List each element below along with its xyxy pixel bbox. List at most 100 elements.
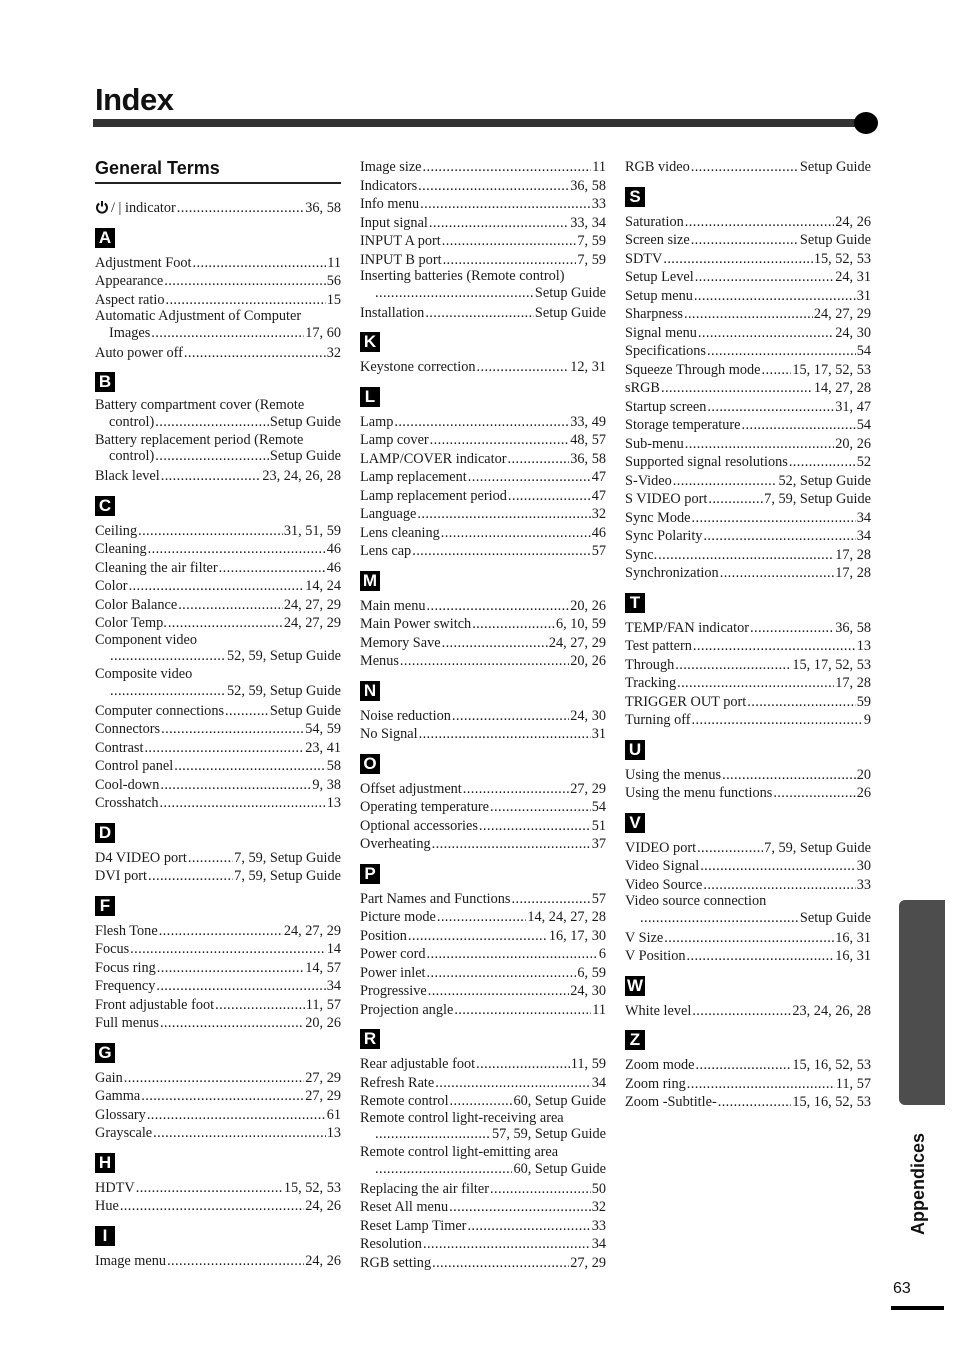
index-entry[interactable]: Remote control 60, Setup Guide	[360, 1092, 606, 1111]
index-entry[interactable]: Refresh Rate 34	[360, 1074, 606, 1093]
index-entry[interactable]: / | indicator 36, 58	[95, 199, 341, 218]
index-entry[interactable]: Zoom -Subtitle- 15, 16, 52, 53	[625, 1093, 871, 1112]
index-entry[interactable]: V Size 16, 31	[625, 929, 871, 948]
index-entry[interactable]: Saturation 24, 26	[625, 213, 871, 232]
index-entry[interactable]: Storage temperature 54	[625, 416, 871, 435]
index-entry[interactable]: Supported signal resolutions 52	[625, 453, 871, 472]
index-entry[interactable]: SDTV 15, 52, 53	[625, 250, 871, 269]
index-entry[interactable]: Lamp replacement period 47	[360, 487, 606, 506]
index-entry[interactable]: TEMP/FAN indicator 36, 58	[625, 619, 871, 638]
index-entry[interactable]: Projection angle 11	[360, 1001, 606, 1020]
index-entry[interactable]: Video Signal 30	[625, 857, 871, 876]
index-entry[interactable]: Video source connection Setup Guide	[625, 893, 871, 927]
index-entry[interactable]: Noise reduction 24, 30	[360, 707, 606, 726]
index-entry[interactable]: Memory Save 24, 27, 29	[360, 634, 606, 653]
index-entry[interactable]: Picture mode 14, 24, 27, 28	[360, 908, 606, 927]
index-entry[interactable]: Language 32	[360, 505, 606, 524]
index-entry[interactable]: Computer connections Setup Guide	[95, 702, 341, 721]
index-entry[interactable]: Contrast 23, 41	[95, 739, 341, 758]
index-entry[interactable]: Aspect ratio 15	[95, 291, 341, 310]
index-entry[interactable]: Inserting batteries (Remote control)Setu…	[360, 268, 606, 302]
index-entry[interactable]: Component video 52, 59, Setup Guide	[95, 632, 341, 666]
index-entry[interactable]: Connectors 54, 59	[95, 720, 341, 739]
index-entry[interactable]: Ceiling 31, 51, 59	[95, 522, 341, 541]
index-entry[interactable]: S VIDEO port 7, 59, Setup Guide	[625, 490, 871, 509]
index-entry[interactable]: VIDEO port 7, 59, Setup Guide	[625, 839, 871, 858]
index-entry[interactable]: Lens cap 57	[360, 542, 606, 561]
index-entry[interactable]: RGB video Setup Guide	[625, 158, 871, 177]
index-entry[interactable]: Image size 11	[360, 158, 606, 177]
index-entry[interactable]: Turning off 9	[625, 711, 871, 730]
index-entry[interactable]: Control panel 58	[95, 757, 341, 776]
index-entry[interactable]: Gain 27, 29	[95, 1069, 341, 1088]
index-entry[interactable]: Reset All menu 32	[360, 1198, 606, 1217]
index-entry[interactable]: Sub-menu 20, 26	[625, 435, 871, 454]
index-entry[interactable]: Menus 20, 26	[360, 652, 606, 671]
index-entry[interactable]: Startup screen 31, 47	[625, 398, 871, 417]
index-entry[interactable]: Remote control light-receiving area57, 5…	[360, 1110, 606, 1144]
index-entry[interactable]: sRGB 14, 27, 28	[625, 379, 871, 398]
index-entry[interactable]: RGB setting 27, 29	[360, 1254, 606, 1273]
index-entry[interactable]: Grayscale 13	[95, 1124, 341, 1143]
index-entry[interactable]: Through 15, 17, 52, 53	[625, 656, 871, 675]
index-entry[interactable]: Power inlet 6, 59	[360, 964, 606, 983]
index-entry[interactable]: White level 23, 24, 26, 28	[625, 1002, 871, 1021]
index-entry[interactable]: Position 16, 17, 30	[360, 927, 606, 946]
index-entry[interactable]: Operating temperature 54	[360, 798, 606, 817]
index-entry[interactable]: LAMP/COVER indicator 36, 58	[360, 450, 606, 469]
index-entry[interactable]: Setup menu 31	[625, 287, 871, 306]
index-entry[interactable]: Crosshatch 13	[95, 794, 341, 813]
index-entry[interactable]: Color Balance 24, 27, 29	[95, 596, 341, 615]
index-entry[interactable]: Offset adjustment 27, 29	[360, 780, 606, 799]
index-entry[interactable]: Black level 23, 24, 26, 28	[95, 467, 341, 486]
index-entry[interactable]: Flesh Tone 24, 27, 29	[95, 922, 341, 941]
index-entry[interactable]: Sync Polarity 34	[625, 527, 871, 546]
index-entry[interactable]: Remote control light-emitting area60, Se…	[360, 1144, 606, 1178]
index-entry[interactable]: Using the menu functions 26	[625, 784, 871, 803]
index-entry[interactable]: Automatic Adjustment of ComputerImages 17…	[95, 308, 341, 342]
index-entry[interactable]: Screen size Setup Guide	[625, 231, 871, 250]
index-entry[interactable]: Power cord 6	[360, 945, 606, 964]
index-entry[interactable]: Image menu 24, 26	[95, 1252, 341, 1271]
index-entry[interactable]: Installation Setup Guide	[360, 304, 606, 323]
index-entry[interactable]: Main Power switch 6, 10, 59	[360, 615, 606, 634]
index-entry[interactable]: Zoom ring 11, 57	[625, 1075, 871, 1094]
index-entry[interactable]: Tracking 17, 28	[625, 674, 871, 693]
index-entry[interactable]: Focus ring 14, 57	[95, 959, 341, 978]
index-entry[interactable]: Video Source 33	[625, 876, 871, 895]
index-entry[interactable]: Using the menus 20	[625, 766, 871, 785]
index-entry[interactable]: Cleaning 46	[95, 540, 341, 559]
index-entry[interactable]: Signal menu 24, 30	[625, 324, 871, 343]
index-entry[interactable]: Replacing the air filter 50	[360, 1180, 606, 1199]
index-entry[interactable]: Zoom mode 15, 16, 52, 53	[625, 1056, 871, 1075]
index-entry[interactable]: Setup Level 24, 31	[625, 268, 871, 287]
index-entry[interactable]: Sharpness 24, 27, 29	[625, 305, 871, 324]
index-entry[interactable]: S-Video 52, Setup Guide	[625, 472, 871, 491]
index-entry[interactable]: Cool-down 9, 38	[95, 776, 341, 795]
index-entry[interactable]: Rear adjustable foot 11, 59	[360, 1055, 606, 1074]
appendices-side-tab[interactable]	[899, 900, 945, 1105]
index-entry[interactable]: Info menu 33	[360, 195, 606, 214]
index-entry[interactable]: Hue 24, 26	[95, 1197, 341, 1216]
index-entry[interactable]: Front adjustable foot 11, 57	[95, 996, 341, 1015]
index-entry[interactable]: HDTV 15, 52, 53	[95, 1179, 341, 1198]
index-entry[interactable]: Indicators 36, 58	[360, 177, 606, 196]
index-entry[interactable]: Test pattern 13	[625, 637, 871, 656]
index-entry[interactable]: Appearance 56	[95, 272, 341, 291]
index-entry[interactable]: D4 VIDEO port 7, 59, Setup Guide	[95, 849, 341, 868]
index-entry[interactable]: DVI port 7, 59, Setup Guide	[95, 867, 341, 886]
index-entry[interactable]: Auto power off 32	[95, 344, 341, 363]
index-entry[interactable]: Sync. 17, 28	[625, 546, 871, 565]
index-entry[interactable]: Squeeze Through mode 15, 17, 52, 53	[625, 361, 871, 380]
index-entry[interactable]: Color Temp. 24, 27, 29	[95, 614, 341, 633]
index-entry[interactable]: Lamp cover 48, 57	[360, 431, 606, 450]
index-entry[interactable]: TRIGGER OUT port 59	[625, 693, 871, 712]
index-entry[interactable]: Frequency 34	[95, 977, 341, 996]
index-entry[interactable]: Composite video 52, 59, Setup Guide	[95, 666, 341, 700]
index-entry[interactable]: Main menu 20, 26	[360, 597, 606, 616]
index-entry[interactable]: No Signal 31	[360, 725, 606, 744]
index-entry[interactable]: V Position 16, 31	[625, 947, 871, 966]
index-entry[interactable]: Lens cleaning 46	[360, 524, 606, 543]
index-entry[interactable]: Sync Mode 34	[625, 509, 871, 528]
index-entry[interactable]: INPUT B port 7, 59	[360, 251, 606, 270]
